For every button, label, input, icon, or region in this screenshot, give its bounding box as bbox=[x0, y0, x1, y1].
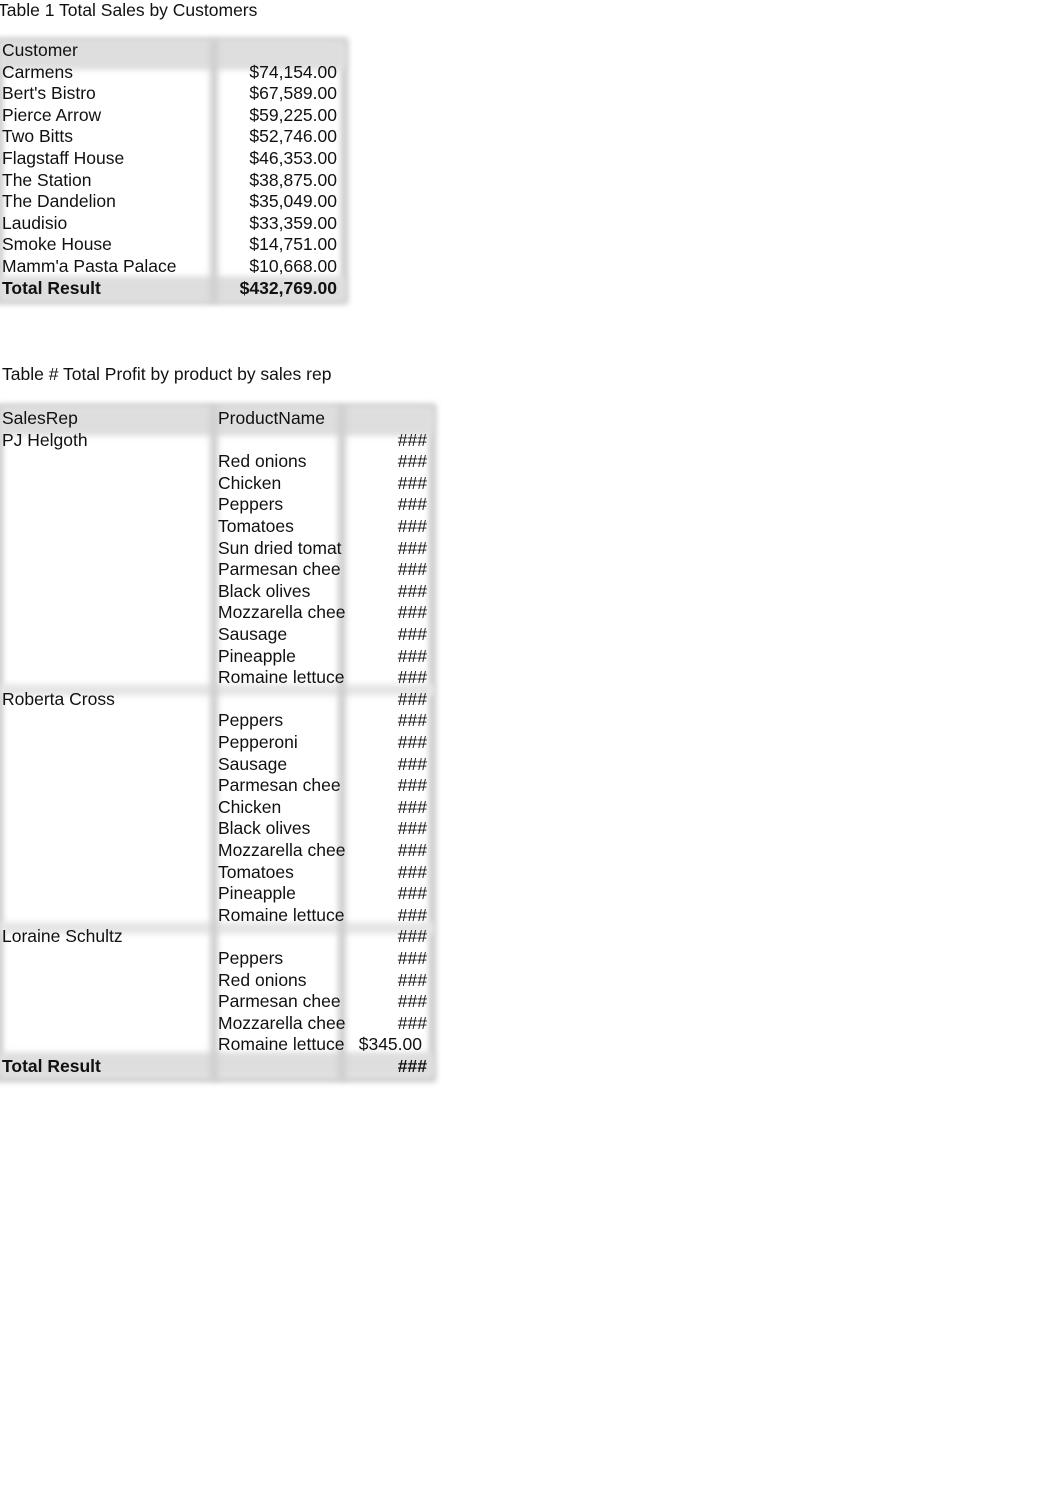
profit-value: $345.00 bbox=[358, 1034, 422, 1055]
customer-name: Carmens bbox=[2, 61, 73, 82]
sales-value: $14,751.00 bbox=[249, 234, 337, 255]
profit-value: ### bbox=[397, 1012, 427, 1033]
profit-value: ### bbox=[397, 645, 427, 666]
profit-value: ### bbox=[397, 516, 427, 536]
profit-value: ### bbox=[397, 580, 427, 601]
profit-value: ### bbox=[397, 753, 427, 774]
profit-value: ### bbox=[397, 904, 427, 925]
customer-name: Bert's Bistro bbox=[2, 83, 96, 104]
sales-by-customer-table: Customer Carmens $74,154.00 Bert's Bistro $… bbox=[0, 38, 350, 308]
sales-value: $52,746.00 bbox=[249, 126, 337, 147]
profit-value: ### bbox=[397, 969, 427, 990]
sales-value: $35,049.00 bbox=[249, 191, 337, 212]
product-name: Parmesan chee bbox=[218, 775, 341, 796]
customer-name: The Dandelion bbox=[2, 191, 116, 212]
column-divider bbox=[210, 406, 218, 1080]
customer-name: Laudisio bbox=[2, 212, 68, 233]
total-value: ### bbox=[397, 1056, 427, 1076]
product-name: Mozzarella chee bbox=[218, 1012, 346, 1033]
product-name: Parmesan chee bbox=[218, 559, 341, 580]
profit-value: ### bbox=[397, 559, 427, 580]
sales-value: $67,589.00 bbox=[249, 83, 337, 104]
customer-name: Mamm'a Pasta Palace bbox=[2, 256, 177, 276]
product-name: Sun dried tomat bbox=[218, 537, 342, 558]
profit-value: ### bbox=[397, 991, 427, 1012]
product-name: Mozzarella chee bbox=[218, 840, 346, 860]
product-name: Black olives bbox=[218, 580, 311, 601]
customer-name: Flagstaff House bbox=[2, 148, 125, 168]
profit-value: ### bbox=[397, 840, 427, 860]
product-name: Chicken bbox=[218, 796, 282, 817]
salesrep-name[interactable]: Loraine Schultz bbox=[2, 926, 207, 948]
product-name: Peppers bbox=[218, 948, 284, 968]
product-name: Sausage bbox=[218, 624, 288, 644]
salesrep-name[interactable]: Roberta Cross bbox=[2, 689, 207, 711]
product-name: Tomatoes bbox=[218, 516, 294, 536]
customer-column-header[interactable]: Customer bbox=[2, 40, 207, 62]
profit-value: ### bbox=[397, 883, 427, 904]
product-name: Pepperoni bbox=[218, 732, 298, 752]
product-name: Romaine lettuce bbox=[218, 667, 345, 688]
profit-value: ### bbox=[397, 537, 427, 558]
customer-name: Smoke House bbox=[2, 234, 112, 255]
product-name: Red onions bbox=[218, 451, 307, 472]
profit-value: ### bbox=[397, 861, 427, 882]
profit-value: ### bbox=[397, 796, 427, 817]
product-name: Chicken bbox=[218, 472, 282, 493]
profit-value: ### bbox=[397, 710, 427, 731]
product-name: Peppers bbox=[218, 710, 284, 731]
product-name: Pineapple bbox=[218, 645, 296, 666]
salesrep-subtotal: ### bbox=[397, 429, 427, 450]
product-name: Pineapple bbox=[218, 883, 296, 904]
profit-value: ### bbox=[397, 775, 427, 796]
profit-value: ### bbox=[397, 818, 427, 839]
product-name: Red onions bbox=[218, 969, 307, 990]
product-name: Black olives bbox=[218, 818, 311, 839]
profit-by-product-by-rep-table: SalesRep ProductName PJ Helgoth ### Red on… bbox=[0, 404, 440, 1086]
product-name: Romaine lettuce bbox=[218, 1034, 345, 1055]
product-name: Tomatoes bbox=[218, 861, 294, 882]
salesrep-subtotal: ### bbox=[397, 688, 427, 709]
table1-caption: Table 1 Total Sales by Customers bbox=[0, 0, 258, 20]
profit-value: ### bbox=[397, 602, 427, 623]
product-name: Peppers bbox=[218, 494, 284, 515]
sales-value: $59,225.00 bbox=[249, 104, 337, 125]
sales-value: $74,154.00 bbox=[249, 61, 337, 82]
profit-value: ### bbox=[397, 732, 427, 752]
customer-name: The Station bbox=[2, 169, 92, 190]
total-label: Total Result bbox=[2, 277, 101, 298]
product-name: Mozzarella chee bbox=[218, 602, 346, 623]
productname-column-header[interactable]: ProductName bbox=[218, 408, 348, 430]
profit-value: ### bbox=[397, 948, 427, 968]
total-value: $432,769.00 bbox=[239, 277, 337, 298]
profit-value: ### bbox=[397, 451, 427, 472]
profit-value: ### bbox=[397, 624, 427, 644]
profit-value: ### bbox=[397, 494, 427, 515]
table2-caption: Table # Total Profit by product by sales… bbox=[2, 364, 332, 384]
sales-value: $33,359.00 bbox=[249, 212, 337, 233]
profit-value: ### bbox=[397, 667, 427, 688]
product-name: Parmesan chee bbox=[218, 991, 341, 1012]
sales-value: $10,668.00 bbox=[249, 256, 337, 276]
salesrep-name[interactable]: PJ Helgoth bbox=[2, 430, 207, 452]
salesrep-subtotal: ### bbox=[397, 926, 427, 947]
salesrep-column-header[interactable]: SalesRep bbox=[2, 408, 207, 430]
sales-value: $46,353.00 bbox=[249, 148, 337, 168]
profit-value: ### bbox=[397, 472, 427, 493]
customer-name: Two Bitts bbox=[2, 126, 73, 147]
sales-value: $38,875.00 bbox=[249, 169, 337, 190]
product-name: Sausage bbox=[218, 753, 288, 774]
product-name: Romaine lettuce bbox=[218, 904, 345, 925]
customer-name: Pierce Arrow bbox=[2, 104, 102, 125]
total-label: Total Result bbox=[2, 1056, 101, 1076]
